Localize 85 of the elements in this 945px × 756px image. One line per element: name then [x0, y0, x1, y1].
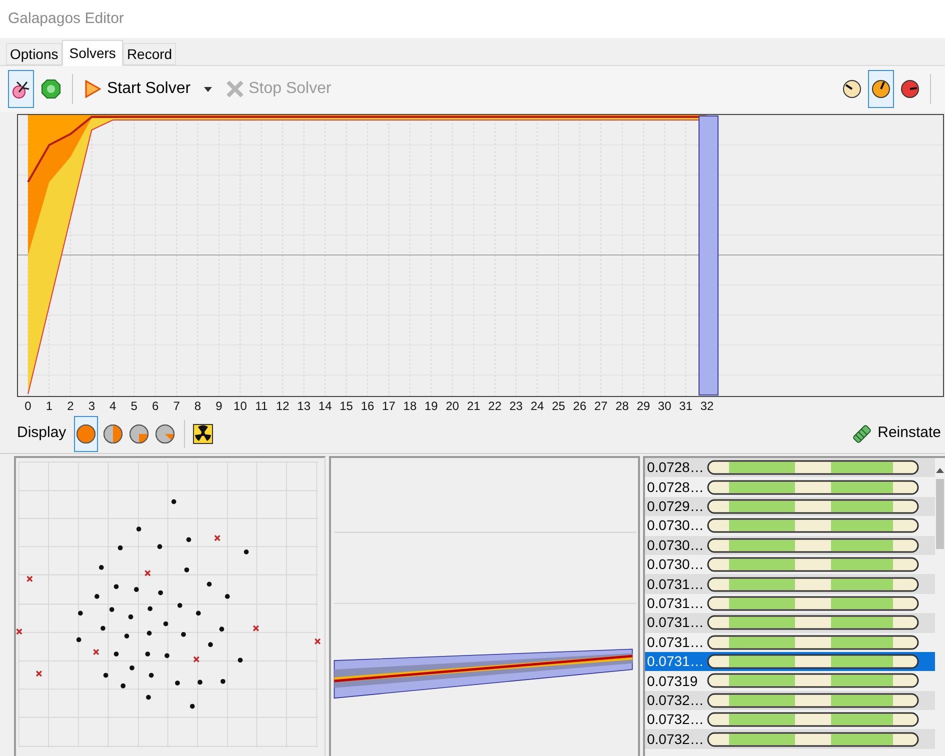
fitness-value: 0.0730… — [646, 536, 705, 555]
scroll-up-icon — [936, 468, 944, 473]
axis-label: 4 — [110, 399, 116, 413]
display-mode-toggle[interactable] — [74, 416, 98, 452]
axis-label: 9 — [216, 399, 222, 413]
axis-label: 1 — [46, 399, 53, 413]
axis-label: 8 — [194, 399, 202, 413]
genome-row[interactable]: 0.0728… — [645, 458, 935, 478]
toolbar-toggle[interactable] — [8, 70, 34, 108]
fitness-value: 0.0731… — [646, 652, 705, 672]
gauge-icon — [842, 79, 862, 99]
gauge-icon — [900, 79, 920, 99]
axis-label: 14 — [318, 399, 332, 413]
fitness-value: 0.0728… — [646, 458, 705, 478]
axis-label: 30 — [658, 399, 672, 413]
genome-row[interactable]: 0.0732… — [645, 710, 935, 730]
axis-label: 24 — [530, 399, 544, 413]
axis-label: 7 — [173, 399, 180, 413]
fitness-value: 0.0730… — [646, 555, 705, 574]
axis-label: 27 — [594, 399, 608, 413]
radiation-icon — [193, 424, 214, 444]
fitness-value: 0.0731… — [646, 613, 705, 632]
genome-row[interactable]: 0.0731… — [645, 632, 935, 652]
axis-label: 15 — [340, 399, 353, 413]
sphere-icon — [76, 424, 96, 444]
fitness-value: 0.0732… — [646, 690, 705, 710]
axis-label: 10 — [234, 399, 247, 413]
axis-label: 25 — [552, 399, 566, 413]
tab[interactable]: Record — [122, 43, 176, 65]
genome-row[interactable]: 0.0731… — [645, 613, 935, 633]
axis-label: 6 — [152, 399, 159, 413]
axis-label: 29 — [636, 399, 650, 413]
axis-label: 12 — [276, 399, 290, 413]
fitness-value: 0.0732… — [646, 710, 705, 730]
genome-row[interactable]: 0.0731… — [645, 652, 935, 672]
scroll-thumb[interactable] — [936, 479, 944, 549]
fitness-value: 0.0731… — [646, 632, 705, 652]
start-solver-button[interactable]: Start Solver — [81, 74, 195, 104]
caret-icon — [204, 86, 212, 92]
tab[interactable]: Options — [6, 43, 62, 65]
genome-row[interactable]: 0.0730… — [645, 536, 935, 555]
pin-icon — [11, 79, 31, 99]
axis-label: 23 — [509, 399, 523, 413]
axis-label: 13 — [297, 399, 311, 413]
sphere-icon — [129, 424, 150, 444]
sphere-icon — [103, 424, 124, 444]
gauge-icon — [871, 79, 891, 99]
display-label: Display — [17, 423, 66, 444]
gem-icon — [41, 79, 61, 99]
axis-label: 16 — [360, 399, 374, 413]
axis-label: 5 — [130, 399, 138, 413]
reinstate-button[interactable]: Reinstate — [852, 418, 941, 448]
play-icon — [85, 80, 101, 98]
genome-row[interactable]: 0.0732… — [645, 729, 935, 749]
axis-label: 31 — [679, 399, 692, 413]
fitness-value: 0.0731… — [646, 594, 705, 613]
sphere-icon — [155, 424, 176, 444]
axis-label: 28 — [615, 399, 629, 413]
axis-label: 0 — [24, 399, 32, 413]
axis-label: 18 — [403, 399, 417, 413]
genome-row[interactable]: 0.0729… — [645, 496, 935, 516]
window-title: Galapagos Editor — [8, 8, 124, 29]
axis-label: 2 — [67, 399, 74, 413]
genome-row[interactable]: 0.0732… — [645, 690, 935, 710]
fitness-value: 0.07319 — [646, 672, 699, 690]
genome-row[interactable]: 0.0731… — [645, 574, 935, 594]
fitness-value: 0.0729… — [646, 496, 705, 516]
axis-label: 3 — [88, 399, 95, 413]
axis-label: 20 — [446, 399, 460, 413]
fitness-value: 0.0732… — [646, 730, 705, 749]
tab[interactable]: Solvers — [62, 40, 123, 66]
fitness-value: 0.0728… — [646, 478, 705, 497]
genome-row[interactable]: 0.0730… — [645, 554, 935, 574]
axis-label: 32 — [700, 399, 714, 413]
fitness-value: 0.0731… — [646, 574, 705, 594]
genome-row[interactable]: 0.0731… — [645, 594, 935, 614]
speed-toggle[interactable] — [868, 70, 894, 108]
axis-label: 21 — [466, 399, 480, 413]
axis-label: 17 — [382, 399, 396, 413]
axis-label: 19 — [424, 399, 438, 413]
axis-label: 22 — [488, 399, 502, 413]
fitness-value: 0.0730… — [646, 516, 705, 536]
axis-label: 26 — [573, 399, 586, 413]
axis-label: 11 — [255, 399, 268, 413]
cross-icon — [224, 79, 245, 99]
